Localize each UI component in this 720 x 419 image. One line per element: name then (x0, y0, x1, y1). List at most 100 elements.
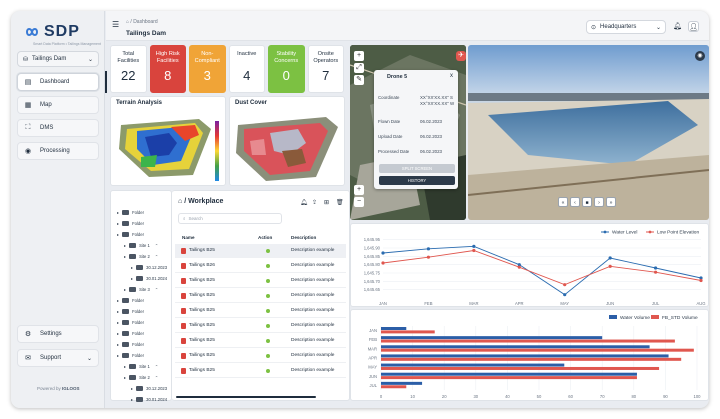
caret-icon[interactable]: ▸ (117, 320, 119, 325)
table-row[interactable]: Tailings B25 Description example (175, 289, 346, 303)
horizontal-scrollbar[interactable] (176, 396, 316, 398)
upload-icon[interactable]: ⇪ (312, 199, 317, 206)
history-button[interactable]: HISTORY (379, 176, 455, 185)
table-row[interactable]: Tailings B25 Description example (175, 364, 346, 378)
caret-icon[interactable]: ▸ (131, 265, 133, 270)
tree-item[interactable]: ▸ Folder (117, 210, 144, 215)
add-icon[interactable]: ⊞ (324, 199, 329, 206)
caret-icon[interactable]: ▸ (117, 309, 119, 314)
caret-icon[interactable]: ▸ (117, 353, 119, 358)
skip-back-icon[interactable]: « (558, 197, 568, 207)
trash-icon[interactable]: 🗑︎ (336, 199, 344, 206)
prev-icon[interactable]: ‹ (570, 197, 580, 207)
tree-item[interactable]: ▸ Site 3 ⌃ (124, 287, 158, 292)
split-screen-button[interactable]: SPLIT SCREEN (379, 164, 455, 173)
tree-item[interactable]: ▸ Folder (117, 342, 144, 347)
menu-icon[interactable]: ☰ (112, 20, 119, 29)
table-row[interactable]: Tailings B25 Description example (175, 319, 346, 333)
stat-card-non-compliant[interactable]: Non-Compliant 3 (189, 45, 226, 93)
nav-item-support[interactable]: ✉ Support ⌄ (17, 349, 99, 367)
caret-icon[interactable]: ▸ (117, 232, 119, 237)
bell-icon[interactable]: 🔔︎ (300, 199, 308, 206)
pencil-icon[interactable]: ✎ (354, 75, 364, 85)
nav-item-settings[interactable]: ⚙ Settings (17, 325, 99, 343)
add-marker-icon[interactable]: + (354, 51, 364, 61)
table-row[interactable]: Tailings B25 Description example (175, 244, 346, 258)
stat-card-inactive[interactable]: Inactive 4 (228, 45, 265, 93)
status-dot-icon[interactable] (266, 278, 270, 283)
table-row[interactable]: Tailings B25 Description example (175, 304, 346, 318)
tree-item[interactable]: ▸ Site 2 ⌃ (124, 375, 158, 380)
table-row[interactable]: Tailings B25 Description example (175, 274, 346, 288)
skip-forward-icon[interactable]: » (606, 197, 616, 207)
zoom-out-icon[interactable]: − (354, 197, 364, 207)
caret-icon[interactable]: ▸ (124, 375, 126, 380)
caret-icon[interactable]: ▸ (124, 243, 126, 248)
tree-item[interactable]: ▸ Folder (117, 232, 144, 237)
stat-card-total-facilities[interactable]: Total Facilities 22 (110, 45, 147, 93)
nav-item-processing[interactable]: ◉ Processing (17, 142, 99, 160)
site-selector[interactable]: ⛁ Tailings Dam ⌄ (17, 51, 99, 67)
nav-item-map[interactable]: ▦ Map (17, 96, 99, 114)
caret-icon[interactable]: ▸ (117, 298, 119, 303)
bell-icon[interactable]: 🔔︎ (672, 21, 683, 32)
chevron-up-icon[interactable]: ⌃ (155, 364, 159, 369)
stat-card-stability-concerns[interactable]: Stability Concerns 0 (268, 45, 305, 93)
tree-item[interactable]: ▸ Folder (117, 353, 144, 358)
stop-icon[interactable]: ■ (582, 197, 592, 207)
tree-item[interactable]: ▸ Folder (117, 320, 144, 325)
status-dot-icon[interactable] (266, 248, 270, 253)
stat-card-high-risk[interactable]: High Risk Facilities 8 (149, 45, 186, 93)
tree-item[interactable]: ▸ Folder (117, 221, 144, 226)
stat-card-onsite-operators[interactable]: Onsite Operators 7 (307, 45, 344, 93)
caret-icon[interactable]: ▸ (131, 276, 133, 281)
chevron-up-icon[interactable]: ⌃ (155, 287, 159, 292)
terrain-heatmap-image[interactable] (111, 97, 227, 187)
caret-icon[interactable]: ▸ (124, 364, 126, 369)
caret-icon[interactable]: ▸ (131, 386, 133, 391)
tree-item[interactable]: ▸ Site 1 ⌃ (124, 243, 158, 248)
status-dot-icon[interactable] (266, 368, 270, 373)
status-dot-icon[interactable] (266, 338, 270, 343)
status-dot-icon[interactable] (266, 293, 270, 298)
location-selector[interactable]: ⊙ Headquarters ⌄ (586, 20, 666, 34)
tree-item[interactable]: ▸ 30.01.2024 (131, 276, 167, 281)
status-dot-icon[interactable] (266, 308, 270, 313)
next-icon[interactable]: › (594, 197, 604, 207)
chevron-up-icon[interactable]: ⌃ (155, 375, 159, 380)
status-dot-icon[interactable] (266, 323, 270, 328)
caret-icon[interactable]: ▸ (124, 287, 126, 292)
nav-item-dashboard[interactable]: ▤ Dashboard (17, 73, 99, 91)
chevron-up-icon[interactable]: ⌃ (155, 243, 159, 248)
tree-item[interactable]: ▸ 30.12.2023 (131, 386, 167, 391)
drone-marker-icon[interactable]: ✈ (456, 51, 466, 61)
nav-item-dms[interactable]: ⛶ DMS (17, 119, 99, 137)
caret-icon[interactable]: ▸ (124, 254, 126, 259)
tree-item[interactable]: ▸ Folder (117, 331, 144, 336)
tree-item[interactable]: ▸ Folder (117, 298, 144, 303)
close-icon[interactable]: x (450, 73, 453, 79)
zoom-in-icon[interactable]: + (354, 185, 364, 195)
user-avatar-icon[interactable]: 👤︎ (688, 21, 699, 32)
status-dot-icon[interactable] (266, 353, 270, 358)
tree-item[interactable]: ▸ 30.12.2023 (131, 265, 167, 270)
drone-photo[interactable] (468, 45, 709, 220)
tree-item[interactable]: ▸ Folder (117, 309, 144, 314)
table-row[interactable]: Tailings B25 Description example (175, 349, 346, 363)
search-input[interactable]: ⌕ Search (178, 213, 282, 224)
view-toggle-icon[interactable]: ◉ (695, 51, 705, 61)
caret-icon[interactable]: ▸ (117, 210, 119, 215)
caret-icon[interactable]: ▸ (117, 331, 119, 336)
measure-icon[interactable]: ⤢ (354, 63, 364, 73)
caret-icon[interactable]: ▸ (131, 397, 133, 402)
status-dot-icon[interactable] (266, 263, 270, 268)
dust-cover-image[interactable] (230, 97, 346, 187)
caret-icon[interactable]: ▸ (117, 342, 119, 347)
table-row[interactable]: Tailings B25 Description example (175, 334, 346, 348)
caret-icon[interactable]: ▸ (117, 221, 119, 226)
tree-item[interactable]: ▸ 30.01.2024 (131, 397, 167, 402)
tree-item[interactable]: ▸ Site 1 ⌃ (124, 364, 158, 369)
chevron-up-icon[interactable]: ⌃ (155, 254, 159, 259)
table-row[interactable]: Tailings B26 Description example (175, 259, 346, 273)
tree-item[interactable]: ▸ Site 2 ⌃ (124, 254, 158, 259)
